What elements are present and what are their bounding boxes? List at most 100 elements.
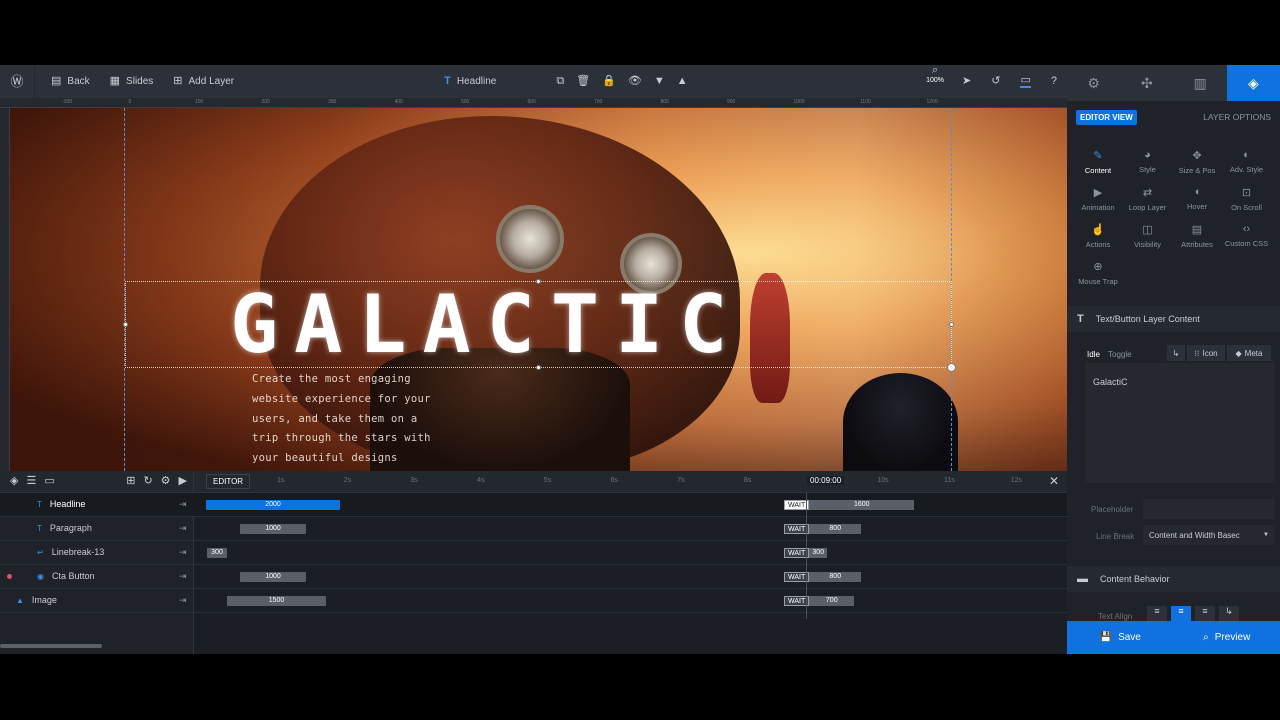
play-icon[interactable]: ▶ [179, 476, 193, 487]
timeline-row[interactable]: ▲ Image ⇥ 1500 WAIT 700 [0, 589, 1067, 613]
preview-button[interactable]: ⌕ Preview [1174, 621, 1280, 654]
animation-out-bar[interactable]: WAIT 1600 [784, 500, 915, 510]
option-icon: ◖ [1193, 186, 1201, 198]
desktop-icon[interactable]: ▭ [1010, 65, 1040, 98]
option-label: Actions [1085, 240, 1111, 249]
option-visibility[interactable]: ◫ Visibility [1123, 223, 1173, 249]
icon-button[interactable]: ⁝⁝ Icon [1187, 345, 1225, 361]
save-button[interactable]: 💾 Save [1067, 621, 1174, 654]
layer-pin-icon[interactable]: ⇥ [179, 595, 187, 606]
option-animation[interactable]: ▶ Animation [1073, 186, 1123, 212]
timeline-row[interactable]: ↵ Linebreak-13 ⇥ 300 WAIT 300 [0, 541, 1067, 565]
align-reset-icon[interactable]: ↳ [1219, 606, 1239, 621]
animation-in-bar[interactable]: 1000 [240, 524, 306, 534]
out-duration: 300 [809, 548, 828, 558]
zoom-control[interactable]: ⌕ 100% [918, 65, 952, 98]
option-custom-css[interactable]: ‹› Custom CSS [1222, 223, 1272, 248]
option-size-pos[interactable]: ✥ Size & Pos [1172, 149, 1222, 175]
animation-out-bar[interactable]: WAIT 700 [784, 596, 855, 606]
time-tick: 2s [343, 477, 352, 484]
tag-icon: ◆ [1235, 348, 1242, 358]
add-layer-button[interactable]: ⊞ Add Layer [163, 65, 244, 98]
option-actions[interactable]: ☝ Actions [1073, 223, 1123, 249]
resize-handle-top[interactable] [536, 279, 541, 284]
content-section-header[interactable]: T Text/Button Layer Content [1067, 306, 1280, 332]
list-icon[interactable]: ☰ [26, 476, 36, 487]
paragraph-layer[interactable]: Create the most engaging website experien… [252, 370, 452, 469]
toggle-tab[interactable]: Toggle [1108, 350, 1132, 359]
slide-canvas[interactable]: GALACTIC Create the most engaging website… [10, 108, 1067, 471]
option-label: Visibility [1134, 240, 1161, 249]
option-icon: ▤ [1191, 224, 1203, 236]
idle-tab[interactable]: Idle [1087, 350, 1100, 359]
arrow-down-icon[interactable]: ▼ [654, 76, 665, 87]
layer-pin-icon[interactable]: ⇥ [179, 499, 187, 510]
save-icon: 💾 [1099, 632, 1113, 643]
meta-button[interactable]: ◆ Meta [1227, 345, 1271, 361]
porthole-left [496, 205, 564, 273]
layer-pin-icon[interactable]: ⇥ [179, 523, 187, 534]
navigation-tab-icon[interactable]: ✣ [1120, 65, 1173, 101]
editor-tab[interactable]: EDITOR [206, 474, 251, 489]
align-center-icon[interactable]: ≡ [1171, 606, 1191, 621]
timeline-row[interactable]: ◉ Cta Button ⇥ 1000 WAIT 800 [0, 565, 1067, 589]
grid-icon[interactable]: ⊞ [126, 476, 135, 487]
text-content-input[interactable]: GalactiC [1085, 363, 1275, 483]
out-duration: 1600 [809, 500, 915, 510]
slides-button[interactable]: ▦ Slides [100, 65, 164, 98]
timeline-scrollbar[interactable] [0, 644, 102, 648]
linebreak-select[interactable]: Content and Width Basec ▼ [1143, 525, 1275, 545]
timeline-row[interactable]: T Paragraph ⇥ 1000 WAIT 800 [0, 517, 1067, 541]
cursor-icon[interactable]: ➤ [952, 65, 981, 98]
animation-out-bar[interactable]: WAIT 800 [784, 524, 862, 534]
layer-pin-icon[interactable]: ⇥ [179, 547, 187, 558]
animation-in-bar[interactable]: 1500 [227, 596, 326, 606]
editor-view-badge[interactable]: EDITOR VIEW [1076, 110, 1137, 125]
undo-icon[interactable]: ↺ [981, 65, 1010, 98]
arrow-up-icon[interactable]: ▲ [677, 76, 688, 87]
animation-in-bar[interactable]: 2000 [206, 500, 340, 510]
option-on-scroll[interactable]: ⊡ On Scroll [1222, 186, 1272, 212]
layer-type-icon: ▲ [16, 595, 24, 605]
loop-icon[interactable]: ↻ [143, 476, 152, 487]
visibility-icon[interactable]: 👁 [628, 76, 642, 87]
linebreak-btn-icon[interactable]: ↳ [1167, 345, 1185, 361]
layer-pin-icon[interactable]: ⇥ [179, 571, 187, 582]
placeholder-input[interactable] [1143, 499, 1275, 519]
align-left-icon[interactable]: ≡ [1147, 606, 1167, 621]
slides-tab-icon[interactable]: ▥ [1174, 65, 1227, 101]
close-icon[interactable]: ✕ [1049, 474, 1059, 488]
option-style[interactable]: ◕ Style [1123, 149, 1173, 174]
time-tick: 12s [1010, 477, 1022, 484]
settings-icon[interactable]: ⚙ [161, 476, 171, 487]
animation-in-bar[interactable]: 300 [207, 548, 227, 558]
wordpress-logo-icon[interactable]: Ⓦ [0, 65, 34, 98]
rotate-handle[interactable] [947, 363, 956, 372]
behavior-section-header[interactable]: ▬ Content Behavior [1067, 566, 1280, 592]
zoom-value: 100% [926, 77, 945, 84]
option-mouse-trap[interactable]: ⊕ Mouse Trap [1073, 260, 1123, 286]
option-adv-style[interactable]: ◐ Adv. Style [1222, 149, 1272, 174]
align-right-icon[interactable]: ≡ [1195, 606, 1215, 621]
layers-tab-icon[interactable]: ◈ [1226, 65, 1280, 101]
animation-out-bar[interactable]: WAIT 800 [784, 572, 862, 582]
option-attributes[interactable]: ▤ Attributes [1172, 223, 1222, 249]
help-icon[interactable]: ? [1041, 65, 1067, 98]
duplicate-icon[interactable]: ⧉ [556, 76, 564, 87]
option-content[interactable]: ✎ Content [1073, 149, 1123, 175]
resize-handle-right[interactable] [949, 322, 954, 327]
layer-select[interactable]: T Headline [434, 65, 506, 98]
folder-icon[interactable]: ▭ [44, 476, 54, 487]
layers-icon[interactable]: ◈ [10, 476, 18, 487]
resize-handle-left[interactable] [123, 322, 128, 327]
animation-in-bar[interactable]: 1000 [240, 572, 306, 582]
option-loop-layer[interactable]: ⇄ Loop Layer [1123, 186, 1173, 212]
delete-icon[interactable]: 🗑 [576, 76, 590, 87]
selection-box[interactable] [123, 279, 956, 372]
resize-handle-bottom[interactable] [536, 365, 541, 370]
option-hover[interactable]: ◖ Hover [1172, 186, 1222, 211]
back-button[interactable]: ▤ Back [35, 65, 100, 98]
lock-icon[interactable]: 🔒 [602, 76, 616, 87]
timeline-row[interactable]: T Headline ⇥ 2000 WAIT 1600 [0, 493, 1067, 517]
settings-tab-icon[interactable]: ⚙ [1067, 65, 1120, 101]
